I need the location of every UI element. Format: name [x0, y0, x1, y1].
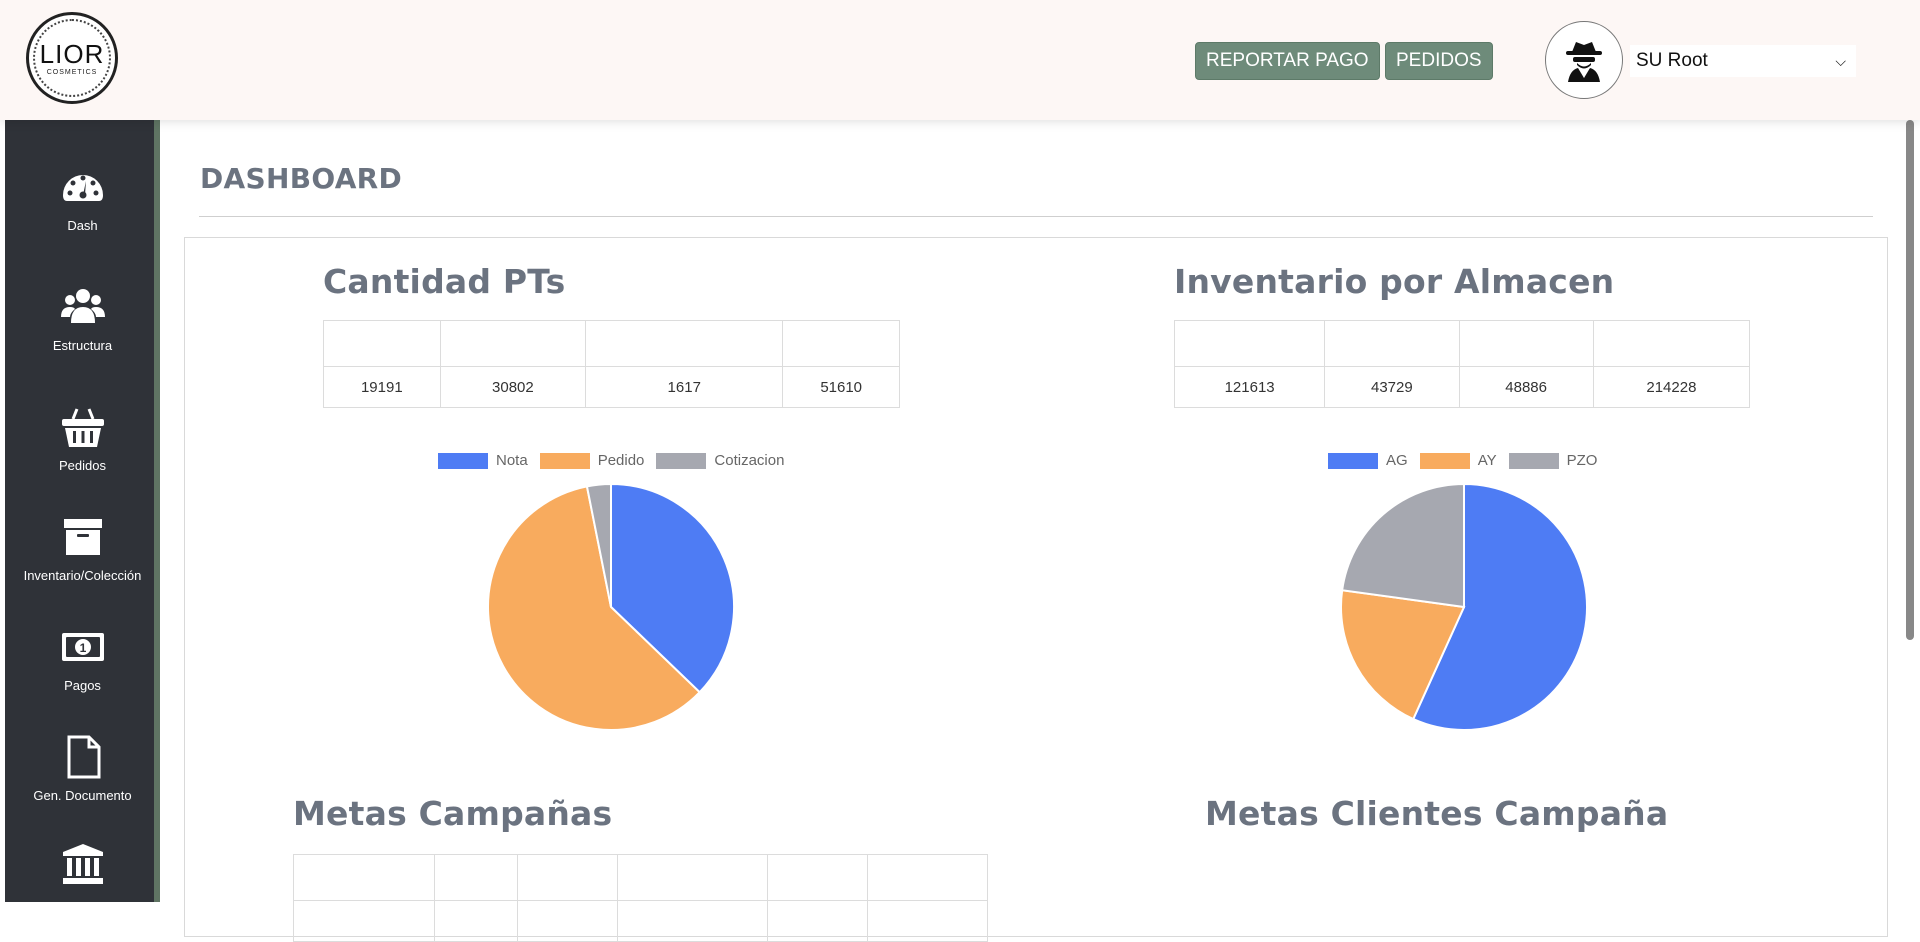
sidebar-item-label: Pedidos	[59, 458, 106, 473]
table-cell	[617, 900, 768, 942]
table-header	[433, 854, 519, 901]
sidebar-item-estructura[interactable]: Estructura	[5, 285, 160, 353]
sidebar-item-label: Inventario/Colección	[23, 568, 142, 583]
sidebar: Dash Estructura Pedidos Inventario/Colec…	[5, 120, 160, 902]
logo-text: LIOR	[39, 38, 105, 69]
sidebar-item-label: Gen. Documento	[33, 788, 132, 803]
table-header	[585, 320, 784, 367]
bank-icon	[62, 844, 103, 884]
cantidad-title: Cantidad PTs	[323, 262, 566, 301]
sidebar-item-label: Estructura	[52, 338, 113, 353]
sidebar-item-dash[interactable]: Dash	[5, 165, 160, 233]
user-select[interactable]: SU Root ⌵	[1630, 45, 1856, 77]
table-header	[293, 854, 435, 901]
legend-item[interactable]: PZO	[1508, 452, 1597, 469]
table-cell: 48886	[1458, 366, 1594, 408]
table-header	[766, 854, 869, 901]
table-row: 19191 30802 1617 51610	[323, 366, 900, 408]
report-payment-button[interactable]: REPORTAR PAGO	[1195, 42, 1380, 80]
gauge-icon	[62, 175, 103, 201]
table-header	[439, 320, 587, 367]
svg-text:1: 1	[79, 641, 86, 655]
page-title: DASHBOARD	[200, 162, 403, 195]
table-header	[1458, 320, 1594, 367]
spy-icon	[1566, 42, 1602, 82]
table-header	[867, 854, 988, 901]
table-cell: 121613	[1173, 366, 1326, 408]
metas-campanas-table	[293, 854, 988, 942]
table-cell	[766, 900, 869, 942]
pie-legend-2: AG AY PZO	[1328, 452, 1609, 469]
metas-clientes-title: Metas Clientes Campaña	[1205, 794, 1669, 833]
table-header	[1173, 320, 1326, 367]
pie-chart-inventario[interactable]	[1339, 482, 1589, 732]
top-bar: LIOR COSMETICS REPORTAR PAGO PEDIDOS SU …	[0, 0, 1920, 120]
table-row	[293, 900, 988, 942]
sidebar-item-pedidos[interactable]: Pedidos	[5, 405, 160, 473]
table-cell: 214228	[1592, 366, 1751, 408]
legend-item[interactable]: AY	[1419, 452, 1497, 469]
brand-logo[interactable]: LIOR COSMETICS	[26, 12, 118, 104]
basket-icon	[61, 408, 104, 447]
table-cell: 30802	[439, 366, 587, 408]
table-header-row	[1173, 320, 1751, 367]
users-icon	[60, 289, 105, 323]
cantidad-table: 19191 30802 1617 51610	[323, 320, 900, 408]
table-header-row	[293, 854, 988, 901]
legend-item[interactable]: Cotizacion	[656, 452, 784, 469]
archive-box-icon	[63, 519, 102, 555]
chevron-down-icon: ⌵	[1835, 53, 1846, 69]
table-header-row	[323, 320, 900, 367]
sidebar-item-pagos[interactable]: 1 Pagos	[5, 625, 160, 693]
sidebar-item-inventario[interactable]: Inventario/Colección	[5, 515, 160, 583]
table-header	[1592, 320, 1751, 367]
title-divider	[199, 216, 1873, 217]
table-cell	[433, 900, 519, 942]
table-header	[323, 320, 441, 367]
metas-campanas-title: Metas Campañas	[293, 794, 613, 833]
money-bill-icon: 1	[61, 633, 104, 661]
pie-chart-cantidad[interactable]	[486, 482, 736, 732]
document-icon	[67, 735, 100, 779]
legend-item[interactable]: AG	[1328, 452, 1408, 469]
legend-item[interactable]: Pedido	[539, 452, 644, 469]
table-header	[617, 854, 768, 901]
table-row: 121613 43729 48886 214228	[1173, 366, 1751, 408]
table-cell	[867, 900, 988, 942]
sidebar-item-banco[interactable]	[5, 842, 160, 895]
table-header	[1324, 320, 1460, 367]
inventario-title: Inventario por Almacen	[1174, 262, 1615, 301]
user-avatar[interactable]	[1545, 21, 1623, 99]
table-cell: 1617	[585, 366, 784, 408]
legend-item[interactable]: Nota	[438, 452, 528, 469]
logo-subtext: COSMETICS	[46, 68, 98, 76]
inventario-table: 121613 43729 48886 214228	[1173, 320, 1751, 408]
pie-legend-1: Nota Pedido Cotizacion	[438, 452, 796, 469]
orders-button[interactable]: PEDIDOS	[1385, 42, 1493, 80]
table-cell: 19191	[323, 366, 441, 408]
table-cell	[293, 900, 435, 942]
page-scrollbar[interactable]	[1906, 120, 1914, 640]
sidebar-item-label: Pagos	[64, 678, 101, 693]
sidebar-item-gen-documento[interactable]: Gen. Documento	[5, 735, 160, 803]
dashboard-panel: Cantidad PTs 19191 30802 1617 51610 Nota…	[184, 237, 1888, 942]
table-cell: 51610	[782, 366, 900, 408]
main-content: DASHBOARD Cantidad PTs 19191 30802 1617 …	[160, 120, 1900, 942]
table-cell	[517, 900, 619, 942]
pie-slice-pzo[interactable]	[1341, 482, 1465, 609]
user-select-value: SU Root	[1636, 50, 1708, 71]
table-header	[517, 854, 619, 901]
table-cell: 43729	[1324, 366, 1460, 408]
table-header	[782, 320, 900, 367]
sidebar-item-label: Dash	[67, 218, 98, 233]
